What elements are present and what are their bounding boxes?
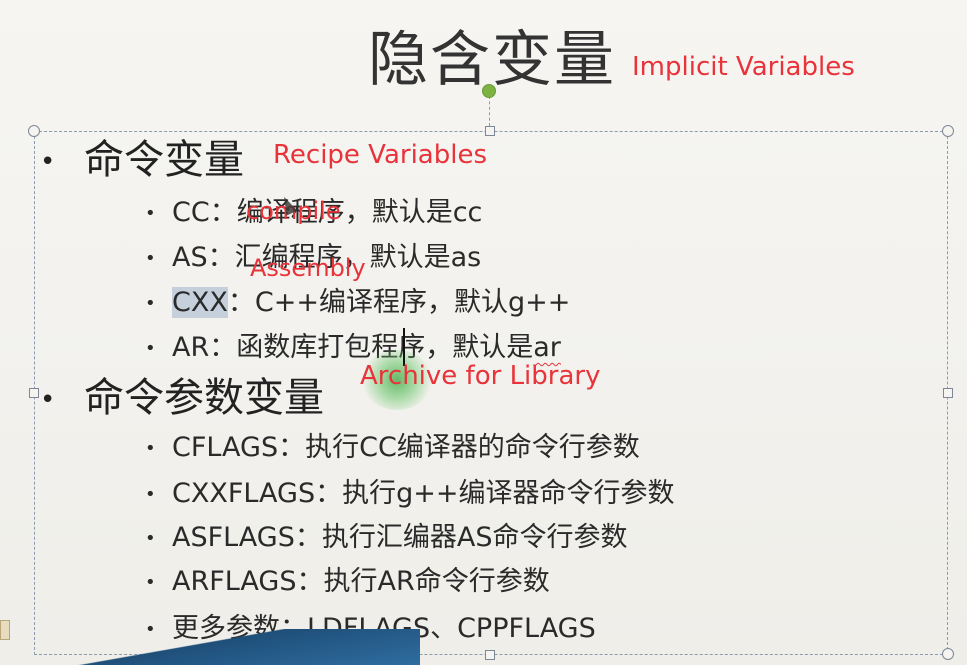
resize-handle-top-right[interactable]	[942, 125, 954, 137]
list-item[interactable]: • ASFLAGS：执行汇编器AS命令行参数	[145, 520, 627, 557]
resize-handle-bottom[interactable]	[485, 650, 495, 660]
bullet: •	[145, 527, 156, 549]
bullet: •	[40, 385, 56, 415]
resize-handle-top[interactable]	[485, 126, 495, 136]
resize-handle-left[interactable]	[29, 388, 39, 398]
bullet: •	[145, 202, 156, 224]
list-item[interactable]: • CFLAGS：执行CC编译器的命令行参数	[145, 430, 640, 467]
item-text: ARFLAGS：执行AR命令行参数	[172, 566, 550, 597]
list-item[interactable]: • ARFLAGS：执行AR命令行参数	[145, 564, 550, 601]
slide-canvas[interactable]: 隐含变量 Implicit Variables • 命令变量 Recipe Var…	[0, 0, 967, 665]
selected-text: CXX	[172, 287, 228, 318]
annotation-archive-for-library[interactable]: Archive for Library	[360, 361, 600, 391]
section-heading[interactable]: • 命令变量	[40, 136, 244, 186]
resize-handle-top-left[interactable]	[28, 125, 40, 137]
list-item[interactable]: • CXXFLAGS：执行g++编译器命令行参数	[145, 476, 674, 513]
item-text: ：C++编译程序，默认g++	[227, 287, 571, 318]
bullet: •	[40, 147, 56, 177]
decorative-corner-bar	[0, 629, 420, 665]
bullet: •	[145, 483, 156, 505]
notes-icon[interactable]	[0, 620, 10, 640]
heading-text: 命令参数变量	[84, 375, 324, 421]
annotation-recipe-variables[interactable]: Recipe Variables	[273, 140, 487, 170]
bullet: •	[145, 437, 156, 459]
item-text: ASFLAGS：执行汇编器AS命令行参数	[172, 522, 628, 553]
annotation-assembly[interactable]: Assembly	[250, 253, 366, 283]
rotate-stem	[489, 96, 490, 126]
bullet: •	[145, 247, 156, 269]
bullet: •	[145, 571, 156, 593]
resize-handle-right[interactable]	[943, 388, 953, 398]
spellcheck-word: ar	[533, 332, 561, 363]
heading-text: 命令变量	[84, 137, 244, 183]
bullet: •	[145, 337, 156, 359]
section-heading[interactable]: • 命令参数变量	[40, 374, 324, 424]
resize-handle-bottom-right[interactable]	[942, 648, 954, 660]
rotate-handle[interactable]	[482, 84, 496, 98]
item-text: CXXFLAGS：执行g++编译器命令行参数	[172, 478, 675, 509]
annotation-implicit-variables[interactable]: Implicit Variables	[632, 52, 855, 82]
list-item[interactable]: • CXX：C++编译程序，默认g++	[145, 285, 570, 322]
item-text: CFLAGS：执行CC编译器的命令行参数	[172, 432, 640, 463]
item-text: AR：函数库打包程序，默认是	[172, 332, 534, 363]
bullet: •	[145, 292, 156, 314]
